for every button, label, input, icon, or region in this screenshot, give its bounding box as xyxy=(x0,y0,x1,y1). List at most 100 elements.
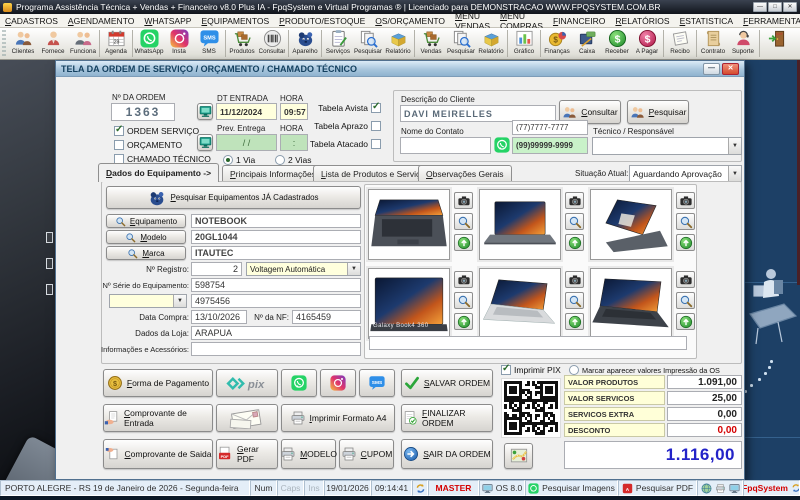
extra-serial-dropdown[interactable]: ▼ xyxy=(109,294,187,308)
zoom-image-button-2[interactable] xyxy=(565,213,584,230)
situacao-dropdown[interactable]: Aguardando Aprovação ▼ xyxy=(629,165,742,182)
toolbar-button-exitdoor[interactable]: EXIT xyxy=(761,28,791,59)
nf-field[interactable]: 4165459 xyxy=(292,310,361,324)
menu-item-produto-estoque[interactable]: PRODUTO/ESTOQUE xyxy=(274,16,370,26)
menu-item-financeiro[interactable]: FINANCEIRO xyxy=(548,16,610,26)
photo-capture-button-5[interactable] xyxy=(565,271,584,288)
vias-radio-1[interactable]: 2 Vias xyxy=(275,155,311,165)
upload-image-button-1[interactable] xyxy=(454,234,473,251)
toolbar-button-aparelho[interactable]: Aparelho xyxy=(290,28,320,59)
tecnico-dropdown[interactable]: ▼ xyxy=(592,137,742,155)
upload-image-button-4[interactable] xyxy=(454,313,473,330)
toolbar-button-gr-fico[interactable]: Gráfico xyxy=(509,28,539,59)
window-minimize-button[interactable]: — xyxy=(703,62,720,75)
data-compra-field[interactable]: 13/10/2026 xyxy=(191,310,247,324)
zoom-image-button-5[interactable] xyxy=(565,292,584,309)
zoom-image-button-1[interactable] xyxy=(454,213,473,230)
toolbar-button-pesquisar[interactable]: Pesquisar xyxy=(353,28,383,59)
menu-item-cadastros[interactable]: CADASTROS xyxy=(0,16,63,26)
app-close-button[interactable]: ✕ xyxy=(783,2,797,12)
finalizar-ordem-button[interactable]: FINALIZAR ORDEM xyxy=(401,404,493,432)
equipment-photo-5[interactable] xyxy=(479,268,561,339)
equipment-photo-2[interactable] xyxy=(479,189,561,260)
toolbar-button-fornece[interactable]: Fornece xyxy=(38,28,68,59)
status-pesquisar-imagens[interactable]: Pesquisar Imagens xyxy=(525,480,618,496)
photo-capture-button-1[interactable] xyxy=(454,192,473,209)
zoom-image-button-6[interactable] xyxy=(676,292,695,309)
pesquisar-cliente-button[interactable]: Pesquisar xyxy=(627,100,689,124)
order-type-checkbox-1[interactable]: ORÇAMENTO xyxy=(114,140,182,150)
toolbar-button-consultar[interactable]: Consultar xyxy=(257,28,287,59)
imprimir-a4-button[interactable]: Imprimir Formato A4 xyxy=(281,404,395,432)
toolbar-button-suporte[interactable]: Suporte xyxy=(728,28,758,59)
menu-item-ferramentas[interactable]: FERRAMENTAS xyxy=(738,16,800,26)
upload-image-button-3[interactable] xyxy=(676,234,695,251)
vias-radio-0[interactable]: 1 Via xyxy=(223,155,255,165)
sair-da-ordem-button[interactable]: SAIR DA ORDEM xyxy=(401,439,493,469)
order-type-checkbox-0[interactable]: ORDEM SERVIÇO xyxy=(114,124,199,136)
whatsapp-icon[interactable] xyxy=(494,137,510,153)
app-maximize-button[interactable]: □ xyxy=(768,2,782,12)
entry-time-field[interactable]: 09:57 xyxy=(280,103,308,120)
zoom-image-button-3[interactable] xyxy=(676,213,695,230)
registro-field[interactable]: 2 xyxy=(191,262,242,276)
photo-capture-button-4[interactable] xyxy=(454,271,473,288)
cellphone-field[interactable]: (99)99999-9999 xyxy=(512,137,588,154)
menu-item-equipamentos[interactable]: EQUIPAMENTOS xyxy=(196,16,274,26)
toolbar-button-caixa[interactable]: Caixa xyxy=(572,28,602,59)
salvar-ordem-button[interactable]: SALVAR ORDEM xyxy=(401,369,493,397)
toolbar-button-clientes[interactable]: Clientes xyxy=(8,28,38,59)
toolbar-button-agenda[interactable]: 29 Agenda xyxy=(101,28,131,59)
pix-button[interactable]: pix xyxy=(216,369,278,397)
entry-date-field[interactable]: 11/12/2024 xyxy=(216,103,277,120)
equipment-photo-4[interactable]: Galaxy Book4 360 xyxy=(368,268,450,339)
upload-image-button-2[interactable] xyxy=(565,234,584,251)
equipment-field-button-1[interactable]: Modelo xyxy=(106,230,186,244)
entry-date-picker-button[interactable] xyxy=(197,103,213,120)
cupom-button[interactable]: CUPOM xyxy=(339,439,394,469)
toolbar-button-insta[interactable]: Insta xyxy=(164,28,194,59)
map-location-button[interactable] xyxy=(504,443,533,469)
contact-name-field[interactable] xyxy=(400,137,491,154)
equipment-field-value-1[interactable]: 20GL1044 xyxy=(191,230,361,244)
comprovante-entrada-button[interactable]: Comprovante de Entrada xyxy=(103,404,213,432)
equipment-field-button-0[interactable]: Equipamento xyxy=(106,214,186,228)
tabela-checkbox-1[interactable]: Tabela Aprazo xyxy=(309,121,381,131)
envelope-button[interactable] xyxy=(216,404,278,432)
tab-3[interactable]: Observações Gerais xyxy=(418,165,512,182)
toolbar-button-sms[interactable]: SMS SMS xyxy=(194,28,224,59)
toolbar-button-recibo[interactable]: Recibo xyxy=(665,28,695,59)
equipment-field-value-2[interactable]: ITAUTEC xyxy=(191,246,361,260)
search-registered-equipment-button[interactable]: Pesquisar Equipamentos JÁ Cadastrados xyxy=(106,186,361,209)
acessorios-field[interactable] xyxy=(191,342,361,356)
toolbar-button-relat-rio[interactable]: Relatório xyxy=(383,28,413,59)
menu-item-os-or-amento[interactable]: OS/ORÇAMENTO xyxy=(370,16,450,26)
instagram-share-button[interactable] xyxy=(320,369,356,397)
upload-image-button-5[interactable] xyxy=(565,313,584,330)
equipment-photo-6[interactable] xyxy=(590,268,672,339)
toolbar-button-contrato[interactable]: Contrato xyxy=(698,28,728,59)
toolbar-button-receber[interactable]: $ Receber xyxy=(602,28,632,59)
loja-field[interactable]: ARAPUA xyxy=(191,326,361,340)
menu-item-whatsapp[interactable]: WHATSAPP xyxy=(139,16,196,26)
delivery-date-field[interactable]: / / xyxy=(216,134,277,151)
delivery-time-field[interactable]: : xyxy=(280,134,308,151)
window-close-button[interactable]: ✕ xyxy=(722,62,739,75)
tabela-checkbox-2[interactable]: Tabela Atacado xyxy=(309,139,381,149)
tabela-checkbox-0[interactable]: Tabela Avista xyxy=(309,101,381,113)
delivery-date-picker-button[interactable] xyxy=(197,134,213,151)
app-minimize-button[interactable]: — xyxy=(753,2,767,12)
menu-item-relat-rios[interactable]: RELATÓRIOS xyxy=(610,16,674,26)
gerar-pdf-button[interactable]: PDF Gerar PDF xyxy=(216,439,278,469)
equipment-photo-3[interactable] xyxy=(590,189,672,260)
equipment-field-value-0[interactable]: NOTEBOOK xyxy=(191,214,361,228)
modelo-button[interactable]: MODELO xyxy=(281,439,337,469)
equipment-photo-1[interactable] xyxy=(368,189,450,260)
equipment-field-button-2[interactable]: Marca xyxy=(106,246,186,260)
status-pesquisar-pdf[interactable]: A Pesquisar PDF xyxy=(618,480,697,496)
toolbar-button-relat-rio[interactable]: Relatório xyxy=(476,28,506,59)
toolbar-button-funciona[interactable]: Funciona xyxy=(68,28,98,59)
toolbar-button-a-pagar[interactable]: $ A Pagar xyxy=(632,28,662,59)
phone-field[interactable]: (77)7777-7777 xyxy=(512,120,588,135)
menu-item-agendamento[interactable]: AGENDAMENTO xyxy=(63,16,139,26)
